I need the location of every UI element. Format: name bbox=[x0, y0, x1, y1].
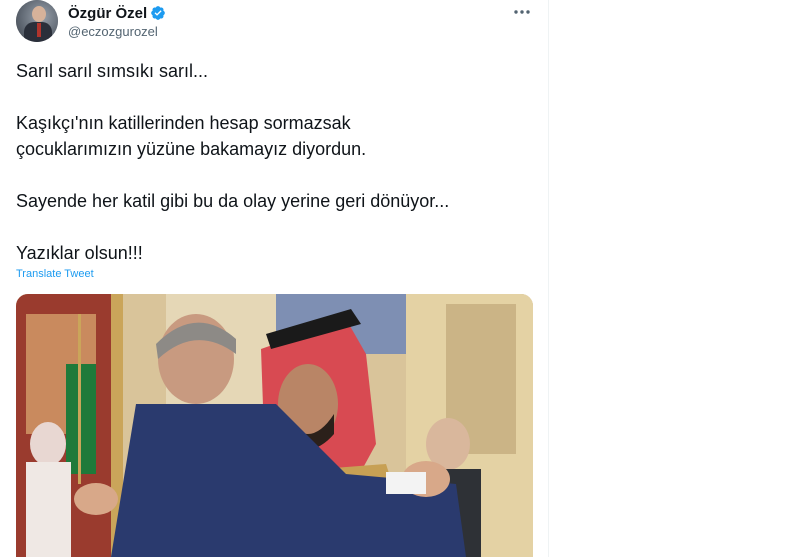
verified-badge-icon bbox=[150, 5, 166, 21]
tweet-text: Sarıl sarıl sımsıkı sarıl... Kaşıkçı'nın… bbox=[16, 58, 536, 266]
tweet-line: çocuklarımızın yüzüne bakamayız diyordun… bbox=[16, 139, 367, 159]
tweet-card: Özgür Özel @eczozgurozel Sarıl sarıl sım… bbox=[0, 0, 549, 557]
tweet-line: Yazıklar olsun!!! bbox=[16, 243, 143, 263]
translate-tweet-link[interactable]: Translate Tweet bbox=[16, 268, 94, 280]
empty-side-area bbox=[549, 0, 800, 557]
avatar[interactable] bbox=[16, 0, 58, 42]
tweet-line: Sayende her katil gibi bu da olay yerine… bbox=[16, 191, 450, 211]
user-handle[interactable]: @eczozgurozel bbox=[68, 24, 158, 39]
tweet-line: Kaşıkçı'nın katillerinden hesap sormazsa… bbox=[16, 113, 351, 133]
display-name[interactable]: Özgür Özel bbox=[68, 5, 147, 22]
tweet-photo[interactable] bbox=[16, 294, 533, 557]
more-options-icon[interactable] bbox=[510, 2, 534, 22]
tweet-line: Sarıl sarıl sımsıkı sarıl... bbox=[16, 61, 209, 81]
author-name-row[interactable]: Özgür Özel bbox=[68, 4, 166, 22]
